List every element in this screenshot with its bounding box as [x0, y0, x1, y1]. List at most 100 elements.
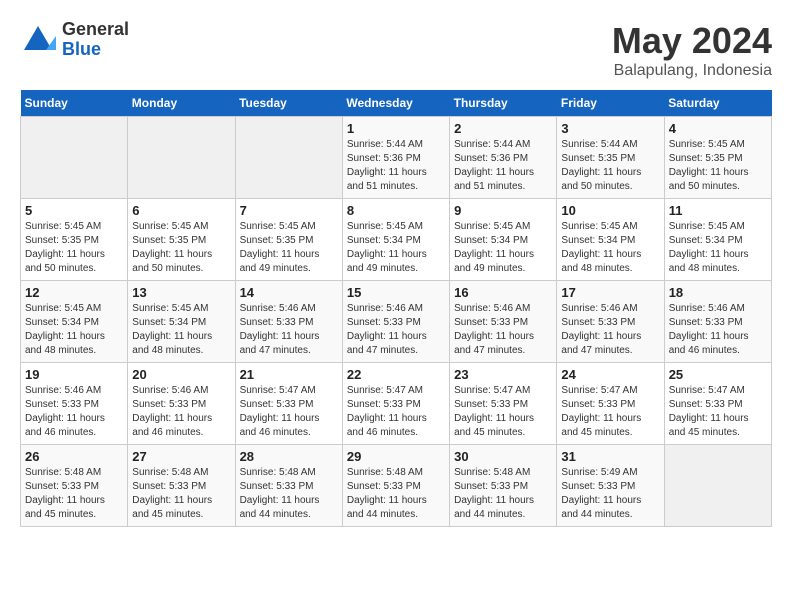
week-row-3: 12 Sunrise: 5:45 AM Sunset: 5:34 PM Dayli… [21, 281, 772, 363]
calendar-cell: 12 Sunrise: 5:45 AM Sunset: 5:34 PM Dayli… [21, 281, 128, 363]
day-number: 17 [561, 285, 659, 300]
calendar-cell: 20 Sunrise: 5:46 AM Sunset: 5:33 PM Dayli… [128, 363, 235, 445]
day-number: 31 [561, 449, 659, 464]
day-number: 7 [240, 203, 338, 218]
calendar-cell: 29 Sunrise: 5:48 AM Sunset: 5:33 PM Dayli… [342, 445, 449, 527]
day-info: Sunrise: 5:46 AM Sunset: 5:33 PM Dayligh… [347, 302, 445, 358]
day-number: 16 [454, 285, 552, 300]
calendar-cell: 25Sunrise: 5:47 AM Sunset: 5:33 PM Dayli… [664, 363, 771, 445]
calendar-cell [664, 445, 771, 527]
calendar-cell: 14 Sunrise: 5:46 AM Sunset: 5:33 PM Dayli… [235, 281, 342, 363]
day-info: Sunrise: 5:49 AM Sunset: 5:33 PM Dayligh… [561, 466, 659, 522]
calendar-cell: 15 Sunrise: 5:46 AM Sunset: 5:33 PM Dayli… [342, 281, 449, 363]
day-info: Sunrise: 5:45 AM Sunset: 5:35 PM Dayligh… [132, 220, 230, 276]
header-friday: Friday [557, 90, 664, 117]
week-row-1: 1Sunrise: 5:44 AM Sunset: 5:36 PM Daylig… [21, 117, 772, 199]
logo-blue: Blue [62, 40, 129, 60]
calendar-cell: 2Sunrise: 5:44 AM Sunset: 5:36 PM Daylig… [450, 117, 557, 199]
day-number: 12 [25, 285, 123, 300]
day-number: 21 [240, 367, 338, 382]
calendar-cell: 3Sunrise: 5:44 AM Sunset: 5:35 PM Daylig… [557, 117, 664, 199]
day-number: 24 [561, 367, 659, 382]
day-info: Sunrise: 5:45 AM Sunset: 5:34 PM Dayligh… [347, 220, 445, 276]
day-info: Sunrise: 5:47 AM Sunset: 5:33 PM Dayligh… [669, 384, 767, 440]
calendar-cell: 6 Sunrise: 5:45 AM Sunset: 5:35 PM Daylig… [128, 199, 235, 281]
calendar-table: Sunday Monday Tuesday Wednesday Thursday… [20, 90, 772, 527]
calendar-cell [235, 117, 342, 199]
day-info: Sunrise: 5:46 AM Sunset: 5:33 PM Dayligh… [132, 384, 230, 440]
header-thursday: Thursday [450, 90, 557, 117]
calendar-cell: 23Sunrise: 5:47 AM Sunset: 5:33 PM Dayli… [450, 363, 557, 445]
calendar-cell: 8 Sunrise: 5:45 AM Sunset: 5:34 PM Daylig… [342, 199, 449, 281]
calendar-cell: 13 Sunrise: 5:45 AM Sunset: 5:34 PM Dayli… [128, 281, 235, 363]
week-row-4: 19Sunrise: 5:46 AM Sunset: 5:33 PM Dayli… [21, 363, 772, 445]
day-info: Sunrise: 5:44 AM Sunset: 5:36 PM Dayligh… [454, 138, 552, 194]
day-number: 3 [561, 121, 659, 136]
calendar-cell: 28 Sunrise: 5:48 AM Sunset: 5:33 PM Dayli… [235, 445, 342, 527]
day-info: Sunrise: 5:45 AM Sunset: 5:35 PM Dayligh… [25, 220, 123, 276]
calendar-cell: 16 Sunrise: 5:46 AM Sunset: 5:33 PM Dayli… [450, 281, 557, 363]
title-block: May 2024 Balapulang, Indonesia [612, 20, 772, 80]
day-info: Sunrise: 5:45 AM Sunset: 5:34 PM Dayligh… [669, 220, 767, 276]
day-number: 29 [347, 449, 445, 464]
day-number: 26 [25, 449, 123, 464]
day-number: 14 [240, 285, 338, 300]
week-row-2: 5 Sunrise: 5:45 AM Sunset: 5:35 PM Daylig… [21, 199, 772, 281]
week-row-5: 26 Sunrise: 5:48 AM Sunset: 5:33 PM Dayli… [21, 445, 772, 527]
calendar-cell: 19Sunrise: 5:46 AM Sunset: 5:33 PM Dayli… [21, 363, 128, 445]
day-number: 11 [669, 203, 767, 218]
day-info: Sunrise: 5:47 AM Sunset: 5:33 PM Dayligh… [454, 384, 552, 440]
day-number: 5 [25, 203, 123, 218]
subtitle: Balapulang, Indonesia [612, 62, 772, 80]
days-header-row: Sunday Monday Tuesday Wednesday Thursday… [21, 90, 772, 117]
day-info: Sunrise: 5:48 AM Sunset: 5:33 PM Dayligh… [347, 466, 445, 522]
calendar-cell: 31 Sunrise: 5:49 AM Sunset: 5:33 PM Dayli… [557, 445, 664, 527]
day-info: Sunrise: 5:45 AM Sunset: 5:34 PM Dayligh… [561, 220, 659, 276]
day-info: Sunrise: 5:48 AM Sunset: 5:33 PM Dayligh… [240, 466, 338, 522]
header-monday: Monday [128, 90, 235, 117]
calendar-cell: 17 Sunrise: 5:46 AM Sunset: 5:33 PM Dayli… [557, 281, 664, 363]
main-title: May 2024 [612, 20, 772, 62]
day-number: 30 [454, 449, 552, 464]
day-info: Sunrise: 5:46 AM Sunset: 5:33 PM Dayligh… [669, 302, 767, 358]
day-info: Sunrise: 5:45 AM Sunset: 5:35 PM Dayligh… [669, 138, 767, 194]
day-info: Sunrise: 5:45 AM Sunset: 5:34 PM Dayligh… [132, 302, 230, 358]
day-number: 28 [240, 449, 338, 464]
day-info: Sunrise: 5:47 AM Sunset: 5:33 PM Dayligh… [240, 384, 338, 440]
day-info: Sunrise: 5:48 AM Sunset: 5:33 PM Dayligh… [454, 466, 552, 522]
day-number: 20 [132, 367, 230, 382]
calendar-cell: 7 Sunrise: 5:45 AM Sunset: 5:35 PM Daylig… [235, 199, 342, 281]
day-number: 15 [347, 285, 445, 300]
header-saturday: Saturday [664, 90, 771, 117]
calendar-cell: 9Sunrise: 5:45 AM Sunset: 5:34 PM Daylig… [450, 199, 557, 281]
day-info: Sunrise: 5:47 AM Sunset: 5:33 PM Dayligh… [347, 384, 445, 440]
day-info: Sunrise: 5:46 AM Sunset: 5:33 PM Dayligh… [454, 302, 552, 358]
day-number: 6 [132, 203, 230, 218]
calendar-cell: 24Sunrise: 5:47 AM Sunset: 5:33 PM Dayli… [557, 363, 664, 445]
logo-general: General [62, 20, 129, 40]
calendar-cell: 11 Sunrise: 5:45 AM Sunset: 5:34 PM Dayli… [664, 199, 771, 281]
day-info: Sunrise: 5:46 AM Sunset: 5:33 PM Dayligh… [25, 384, 123, 440]
day-info: Sunrise: 5:48 AM Sunset: 5:33 PM Dayligh… [132, 466, 230, 522]
day-number: 9 [454, 203, 552, 218]
header-sunday: Sunday [21, 90, 128, 117]
day-info: Sunrise: 5:45 AM Sunset: 5:34 PM Dayligh… [25, 302, 123, 358]
day-info: Sunrise: 5:46 AM Sunset: 5:33 PM Dayligh… [561, 302, 659, 358]
day-number: 27 [132, 449, 230, 464]
day-number: 8 [347, 203, 445, 218]
day-info: Sunrise: 5:46 AM Sunset: 5:33 PM Dayligh… [240, 302, 338, 358]
logo-icon [20, 22, 56, 58]
calendar-cell: 1Sunrise: 5:44 AM Sunset: 5:36 PM Daylig… [342, 117, 449, 199]
day-number: 10 [561, 203, 659, 218]
page-header: General Blue May 2024 Balapulang, Indone… [20, 20, 772, 80]
calendar-cell: 30 Sunrise: 5:48 AM Sunset: 5:33 PM Dayli… [450, 445, 557, 527]
day-number: 4 [669, 121, 767, 136]
calendar-cell: 5 Sunrise: 5:45 AM Sunset: 5:35 PM Daylig… [21, 199, 128, 281]
calendar-cell: 4 Sunrise: 5:45 AM Sunset: 5:35 PM Daylig… [664, 117, 771, 199]
calendar-cell: 22Sunrise: 5:47 AM Sunset: 5:33 PM Dayli… [342, 363, 449, 445]
calendar-cell: 26Sunrise: 5:48 AM Sunset: 5:33 PM Dayli… [21, 445, 128, 527]
day-number: 13 [132, 285, 230, 300]
day-info: Sunrise: 5:44 AM Sunset: 5:36 PM Dayligh… [347, 138, 445, 194]
calendar-cell [128, 117, 235, 199]
day-info: Sunrise: 5:45 AM Sunset: 5:35 PM Dayligh… [240, 220, 338, 276]
